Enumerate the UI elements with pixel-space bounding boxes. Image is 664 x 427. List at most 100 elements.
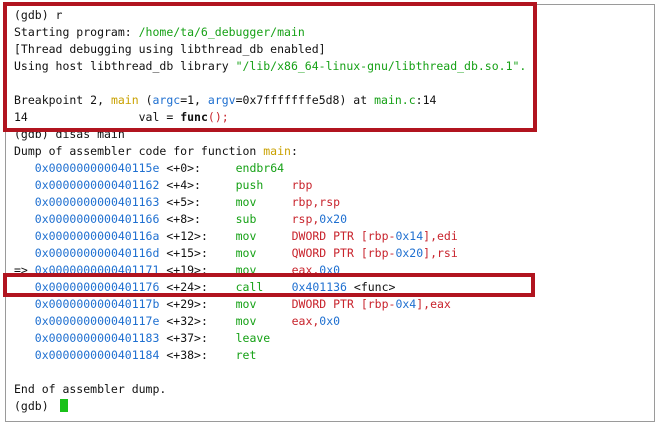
current-instruction-marker: =>	[14, 263, 35, 277]
instruction-offset: <+4>:	[166, 178, 201, 192]
disassembly-row: 0x0000000000401162 <+4>: push rbp	[14, 177, 313, 194]
disassembly-row: 0x0000000000401176 <+24>: call 0x401136 <…	[14, 279, 396, 296]
disas-command-line: (gdb) disas main	[14, 126, 125, 143]
instruction-offset: <+12>:	[166, 229, 208, 243]
instruction-operand: ],eax	[416, 297, 451, 311]
current-instruction-marker	[14, 297, 35, 311]
instruction-operand: eax,	[291, 314, 320, 328]
host-library-label: Using host libthread_db library	[14, 59, 236, 73]
host-library-line: Using host libthread_db library "/lib/x8…	[14, 58, 526, 75]
breakpoint-line: Breakpoint 2, main (argc=1, argv=0x7ffff…	[14, 92, 436, 109]
disassembly-row: 0x0000000000401183 <+37>: leave	[14, 330, 292, 347]
instruction-mnemonic: endbr64	[235, 161, 285, 175]
instruction-offset: <+15>:	[166, 246, 208, 260]
source-line: 14 val = func();	[14, 109, 229, 126]
instruction-mnemonic: mov	[235, 314, 257, 328]
offset-padding	[201, 212, 236, 226]
instruction-operand: rbp,rsp	[291, 195, 341, 209]
offset-padding	[208, 280, 236, 294]
current-instruction-marker	[14, 348, 35, 362]
instruction-offset: <+32>:	[166, 314, 208, 328]
instruction-offset: <+0>:	[166, 161, 201, 175]
gdb-prompt: (gdb)	[14, 399, 56, 413]
host-library-path: "/lib/x86_64-linux-gnu/libthread_db.so.1…	[235, 59, 527, 73]
instruction-address: 0x0000000000401184	[34, 348, 160, 362]
instruction-operand: rsp,	[291, 212, 320, 226]
disassembly-row: 0x000000000040117b <+29>: mov DWORD PTR […	[14, 296, 451, 313]
instruction-mnemonic: push	[235, 178, 264, 192]
instruction-address: 0x0000000000401183	[34, 331, 160, 345]
current-instruction-marker	[14, 246, 35, 260]
offset-padding	[208, 297, 236, 311]
offset-padding	[208, 348, 236, 362]
instruction-address: 0x0000000000401163	[34, 195, 160, 209]
instruction-address: 0x0000000000401176	[34, 280, 160, 294]
instruction-address: 0x000000000040116d	[34, 246, 160, 260]
gdb-terminal[interactable]: (gdb) r Starting program: /home/ta/6_deb…	[5, 4, 655, 422]
breakpoint-label: Breakpoint 2,	[14, 93, 111, 107]
dump-header-function: main	[263, 144, 291, 158]
instruction-offset: <+19>:	[166, 263, 208, 277]
argc-name: argc	[152, 93, 181, 107]
disassembly-row: 0x0000000000401184 <+38>: ret	[14, 347, 292, 364]
offset-padding	[208, 246, 236, 260]
instruction-address: 0x000000000040115e	[34, 161, 160, 175]
end-dump-line: End of assembler dump.	[14, 381, 166, 398]
offset-padding	[208, 331, 236, 345]
instruction-mnemonic: call	[235, 280, 264, 294]
instruction-operand: 0x401136	[291, 280, 347, 294]
instruction-mnemonic: mov	[235, 195, 257, 209]
argc-value: =1,	[180, 93, 208, 107]
source-func-parens: ();	[207, 110, 229, 124]
source-line-number: 14	[14, 110, 28, 124]
instruction-operand: ],edi	[423, 229, 458, 243]
dump-header-line: Dump of assembler code for function main…	[14, 143, 298, 160]
disassembly-row: 0x0000000000401166 <+8>: sub rsp,0x20	[14, 211, 347, 228]
source-code-prefix: val =	[27, 110, 181, 124]
disassembly-row: 0x000000000040116d <+15>: mov QWORD PTR […	[14, 245, 458, 262]
instruction-mnemonic: ret	[235, 348, 257, 362]
breakpoint-file: main.c	[374, 93, 416, 107]
instruction-operand: DWORD PTR [rbp-	[291, 297, 396, 311]
instruction-operand: 0x0	[319, 314, 341, 328]
current-instruction-marker	[14, 195, 35, 209]
offset-padding	[208, 263, 236, 277]
instruction-address: 0x0000000000401166	[34, 212, 160, 226]
disassembly-row: 0x000000000040117e <+32>: mov eax,0x0	[14, 313, 340, 330]
argv-value: =0x7fffffffe5d8) at	[235, 93, 375, 107]
instruction-address: 0x0000000000401162	[34, 178, 160, 192]
current-instruction-marker	[14, 280, 35, 294]
current-instruction-marker	[14, 178, 35, 192]
instruction-operand: 0x4	[395, 297, 417, 311]
instruction-operand: 0x20	[395, 246, 424, 260]
disassembly-row: 0x000000000040116a <+12>: mov DWORD PTR […	[14, 228, 458, 245]
instruction-offset: <+37>:	[166, 331, 208, 345]
thread-debugging-line: [Thread debugging using libthread_db ena…	[14, 41, 326, 58]
offset-padding	[208, 229, 236, 243]
instruction-operand: 0x0	[319, 263, 341, 277]
disas-command-text: (gdb) disas main	[14, 127, 125, 141]
instruction-mnemonic: mov	[235, 246, 257, 260]
instruction-mnemonic: mov	[235, 263, 257, 277]
instruction-operand: 0x14	[395, 229, 424, 243]
dump-header-colon: :	[290, 144, 298, 158]
offset-padding	[201, 195, 236, 209]
current-instruction-marker	[14, 314, 35, 328]
current-instruction-marker	[14, 212, 35, 226]
instruction-mnemonic: sub	[235, 212, 257, 226]
run-command-text: (gdb) r	[14, 8, 63, 22]
end-dump-text: End of assembler dump.	[14, 382, 167, 396]
instruction-operand: 0x20	[319, 212, 347, 226]
offset-padding	[201, 161, 236, 175]
instruction-address: 0x000000000040117e	[34, 314, 160, 328]
current-instruction-marker	[14, 161, 35, 175]
instruction-operand: eax,	[291, 263, 320, 277]
argv-name: argv	[207, 93, 236, 107]
instruction-offset: <+5>:	[166, 195, 201, 209]
prompt-line[interactable]: (gdb)	[14, 398, 68, 415]
disassembly-row: => 0x0000000000401171 <+19>: mov eax,0x0	[14, 262, 340, 279]
instruction-offset: <+38>:	[166, 348, 208, 362]
terminal-cursor	[59, 399, 68, 412]
offset-padding	[208, 314, 236, 328]
instruction-operand: rbp	[291, 178, 313, 192]
